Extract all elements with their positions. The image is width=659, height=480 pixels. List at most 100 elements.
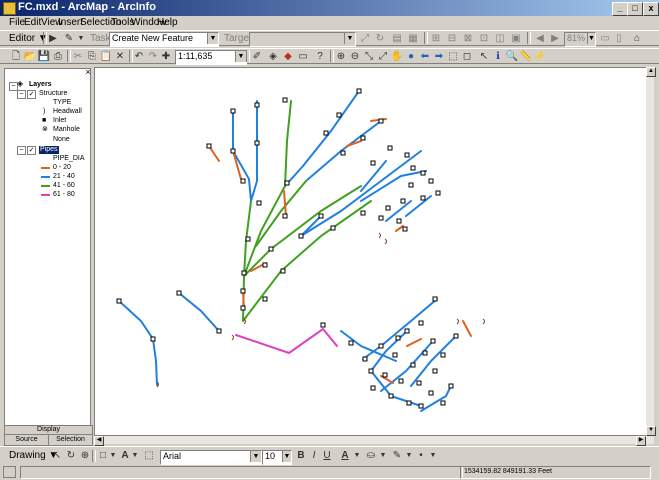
menu-help[interactable]: Help <box>157 17 178 28</box>
arccatalog-icon[interactable]: ◈ <box>266 50 280 63</box>
topology-icon-2[interactable]: ⊟ <box>445 32 459 45</box>
menu-edit[interactable]: Edit <box>24 17 41 28</box>
underline-button[interactable]: U <box>320 449 334 462</box>
map-canvas[interactable] <box>95 68 654 437</box>
page-icon-1[interactable]: ▭ <box>598 32 612 45</box>
chevron-down-icon[interactable]: ▼ <box>376 449 390 462</box>
chevron-down-icon[interactable]: ▼ <box>128 449 142 462</box>
expand-toggle[interactable]: − <box>17 146 26 155</box>
map-view[interactable] <box>94 67 653 436</box>
chevron-down-icon[interactable]: ▼ <box>207 33 218 44</box>
close-icon[interactable]: × <box>84 68 92 77</box>
chevron-down-icon[interactable]: ▼ <box>587 33 595 44</box>
editor-menu-button[interactable]: Editor ▼ <box>9 33 48 44</box>
save-icon[interactable]: 💾 <box>37 50 51 63</box>
full-extent-icon[interactable]: ● <box>404 50 418 63</box>
print-icon[interactable]: ⎙ <box>51 50 65 63</box>
measure-icon[interactable]: 📏 <box>519 50 533 63</box>
chevron-down-icon[interactable]: ▼ <box>282 451 291 462</box>
close-button[interactable]: x <box>643 2 659 16</box>
zoom-in-icon[interactable]: ⊕ <box>334 50 348 63</box>
toolbox-icon[interactable]: ⌂ <box>630 32 644 45</box>
map-scale-combo[interactable]: 1:11,635 ▼ <box>175 50 247 65</box>
zoom-out-icon[interactable]: ⊖ <box>348 50 362 63</box>
font-size-combo[interactable]: 10 ▼ <box>262 450 292 465</box>
command-line-icon[interactable]: ▭ <box>296 50 310 63</box>
open-folder-icon[interactable]: 📂 <box>23 50 37 63</box>
chevron-down-icon[interactable]: ▼ <box>250 451 261 462</box>
zoom-value: 81% <box>567 33 586 43</box>
back-icon[interactable]: ◀ <box>533 32 547 45</box>
whats-this-icon[interactable]: ? <box>313 50 327 63</box>
legend-field-name: PIPE_DIA <box>53 155 85 162</box>
minimize-button[interactable]: _ <box>612 2 628 16</box>
hyperlink-icon[interactable]: ⚡ <box>533 50 547 63</box>
next-extent-icon[interactable]: ➡ <box>432 50 446 63</box>
menu-file[interactable]: File <box>9 17 25 28</box>
arcmap-app-icon[interactable] <box>3 2 16 15</box>
legend-class-label: 61 - 80 <box>53 191 75 198</box>
chevron-down-icon[interactable]: ▼ <box>350 449 364 462</box>
previous-extent-icon[interactable]: ⬅ <box>418 50 432 63</box>
zoom-combo[interactable]: 81% ▼ <box>564 32 596 47</box>
new-document-icon[interactable]: 🗋 <box>9 50 23 63</box>
rotate-icon[interactable]: ↻ <box>64 449 78 462</box>
layer-visibility-checkbox[interactable]: ✓ <box>27 90 36 99</box>
fixed-zoom-in-icon[interactable]: ⤡ <box>362 50 376 63</box>
italic-button[interactable]: I <box>307 449 321 462</box>
task-combo[interactable]: Create New Feature ▼ <box>109 32 219 47</box>
paste-icon[interactable]: 📋 <box>99 50 113 63</box>
topology-icon-6[interactable]: ▣ <box>509 32 523 45</box>
chevron-down-icon[interactable]: ▼ <box>235 51 246 62</box>
maximize-button[interactable]: □ <box>627 2 643 16</box>
scroll-right-icon[interactable]: ▶ <box>636 436 646 446</box>
page-icon-2[interactable]: ▯ <box>612 32 626 45</box>
select-elements-icon[interactable]: ↖ <box>477 50 491 63</box>
layer-name-pipes[interactable]: Pipes <box>39 146 59 154</box>
fixed-zoom-out-icon[interactable]: ⤢ <box>376 50 390 63</box>
expand-toggle[interactable]: − <box>17 90 26 99</box>
layer-name-structure[interactable]: Structure <box>39 90 67 98</box>
scroll-down-icon[interactable]: ▼ <box>646 426 656 436</box>
vertical-scrollbar[interactable]: ▲ ▼ <box>646 67 656 436</box>
delete-icon[interactable]: ✕ <box>113 50 127 63</box>
pan-icon[interactable]: ✋ <box>390 50 404 63</box>
rotate-tool-icon[interactable]: ↻ <box>373 32 387 45</box>
sketch-dropdown-icon[interactable]: ▼ <box>74 32 88 45</box>
redo-icon[interactable]: ↷ <box>146 50 160 63</box>
edit-tool-icon[interactable]: ▶ <box>46 32 60 45</box>
data-frame-label[interactable]: Layers <box>29 81 52 89</box>
scroll-up-icon[interactable]: ▲ <box>646 67 656 77</box>
edit-vertices-icon[interactable]: ⬚ <box>142 449 156 462</box>
font-name-combo[interactable]: Arial ▼ <box>160 450 262 465</box>
bold-button[interactable]: B <box>294 449 308 462</box>
layer-visibility-checkbox[interactable]: ✓ <box>27 146 36 155</box>
topology-icon-5[interactable]: ◫ <box>493 32 507 45</box>
split-tool-icon[interactable]: ⤢ <box>358 32 372 45</box>
scroll-left-icon[interactable]: ◀ <box>94 436 104 446</box>
chevron-down-icon[interactable]: ▼ <box>344 33 355 44</box>
add-data-icon[interactable]: ✚ <box>159 50 173 63</box>
tab-selection[interactable]: Selection <box>48 434 93 446</box>
copy-icon[interactable]: ⎘ <box>85 50 99 63</box>
cut-icon[interactable]: ✂ <box>71 50 85 63</box>
topology-icon-3[interactable]: ⊠ <box>461 32 475 45</box>
forward-icon[interactable]: ▶ <box>548 32 562 45</box>
target-combo[interactable]: ▼ <box>249 32 356 47</box>
select-elements-icon[interactable]: ↖ <box>50 449 64 462</box>
editor-toolbar-icon[interactable]: ✐ <box>250 50 264 63</box>
find-icon[interactable]: 🔍 <box>505 50 519 63</box>
identify-icon[interactable]: ℹ <box>491 50 505 63</box>
undo-icon[interactable]: ↶ <box>132 50 146 63</box>
sketch-properties-icon[interactable]: ▦ <box>406 32 420 45</box>
attributes-icon[interactable]: ▤ <box>390 32 404 45</box>
chevron-down-icon[interactable]: ▼ <box>426 449 440 462</box>
zoom-whole-page-icon[interactable]: ⊕ <box>78 449 92 462</box>
topology-icon-4[interactable]: ⊡ <box>477 32 491 45</box>
select-features-icon[interactable]: ⬚ <box>446 50 460 63</box>
arctoolbox-icon[interactable]: ◆ <box>281 50 295 63</box>
clear-selection-icon[interactable]: ◻ <box>460 50 474 63</box>
tab-source[interactable]: Source <box>4 434 49 446</box>
horizontal-scrollbar[interactable]: ◀ ▶ <box>94 436 654 446</box>
topology-icon-1[interactable]: ⊞ <box>429 32 443 45</box>
